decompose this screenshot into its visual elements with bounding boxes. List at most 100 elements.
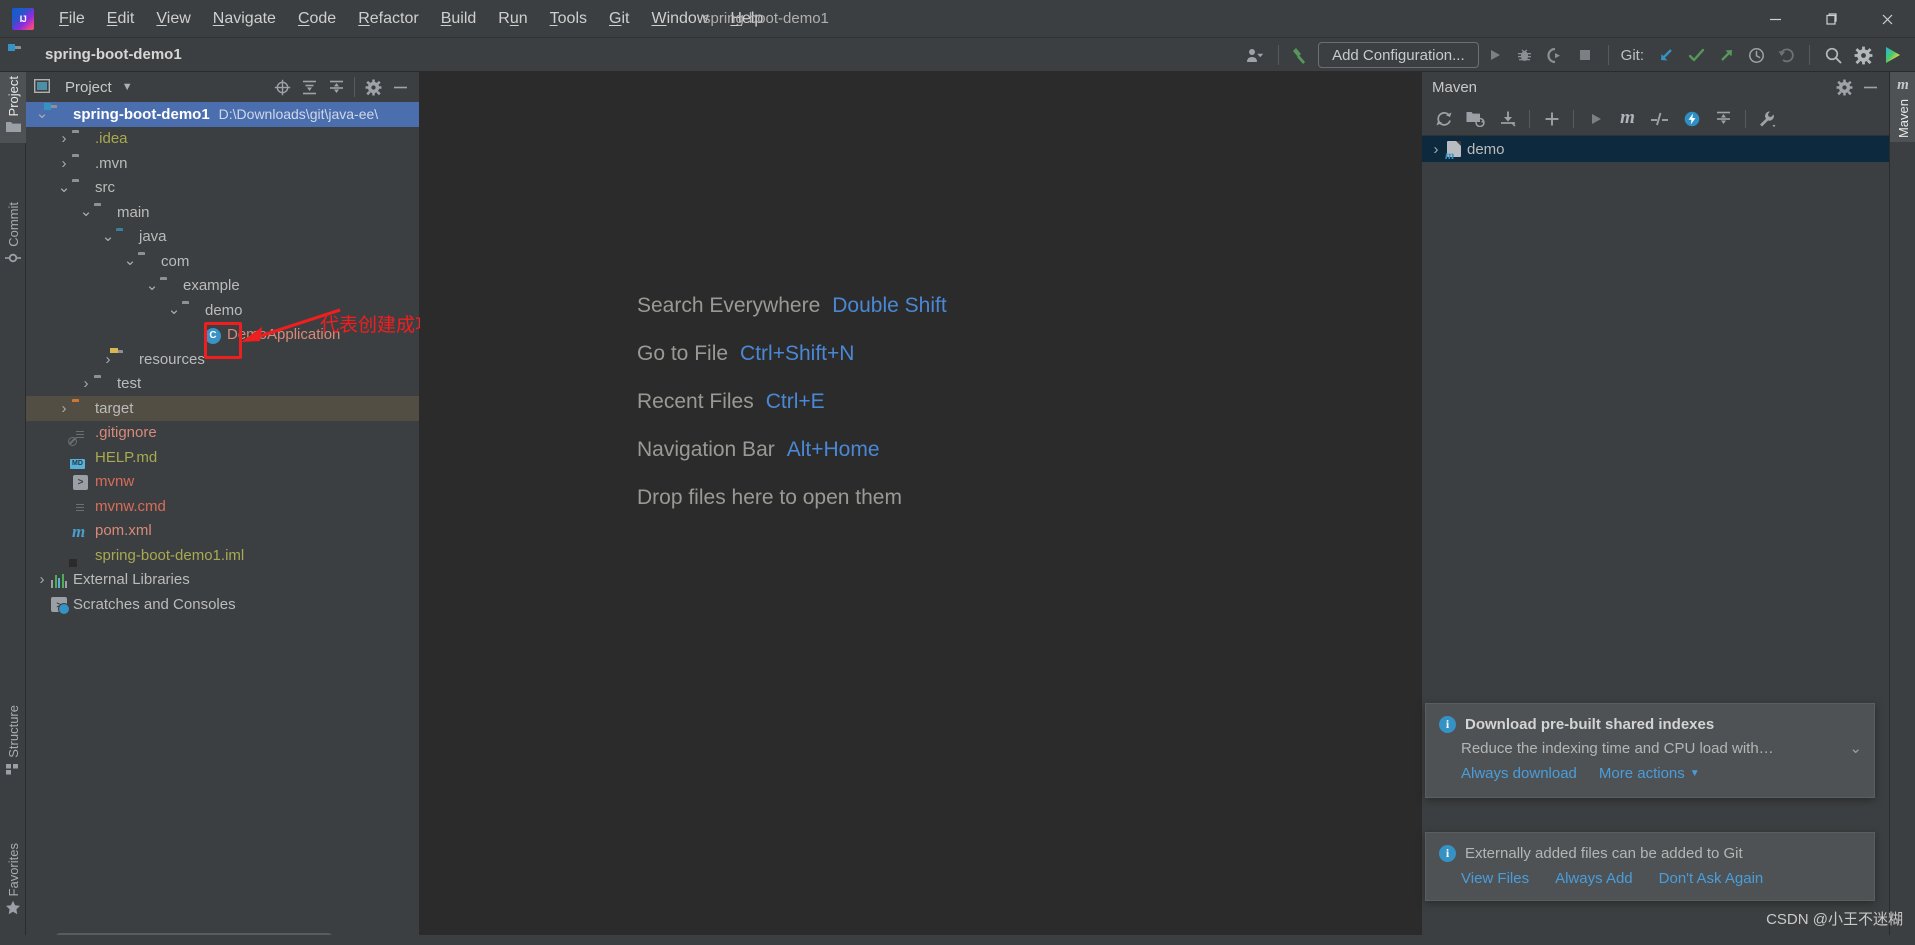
execute-maven-goal-icon[interactable]: m [1612, 105, 1643, 133]
settings-gear-icon[interactable] [1831, 75, 1857, 99]
sidebar-item-structure[interactable]: Structure [0, 701, 26, 785]
collapse-all-icon[interactable] [323, 75, 349, 99]
tree-row[interactable]: MD HELP.md [26, 445, 419, 470]
menu-tools[interactable]: Tools [539, 6, 598, 32]
run-with-coverage-icon[interactable] [1541, 42, 1569, 68]
tree-row[interactable]: › resources [26, 347, 419, 372]
menu-edit[interactable]: Edit [96, 6, 146, 32]
menu-file[interactable]: File [48, 6, 96, 32]
run-icon[interactable] [1580, 105, 1611, 133]
sidebar-item-favorites[interactable]: Favorites [0, 839, 26, 925]
chevron-right-icon[interactable]: › [56, 400, 72, 417]
add-icon[interactable] [1536, 105, 1567, 133]
stop-icon[interactable] [1571, 42, 1599, 68]
menu-git[interactable]: Git [598, 6, 640, 32]
add-configuration-button[interactable]: Add Configuration... [1318, 42, 1479, 68]
more-actions-link[interactable]: More actions [1599, 765, 1685, 782]
tree-row[interactable]: .gitignore [26, 421, 419, 446]
run-icon[interactable] [1481, 42, 1509, 68]
tree-row[interactable]: › .mvn [26, 151, 419, 176]
sidebar-item-commit[interactable]: Commit [0, 198, 26, 275]
menu-code[interactable]: Code [287, 6, 347, 32]
user-profiler-icon[interactable] [1241, 42, 1269, 68]
build-hammer-icon[interactable] [1288, 42, 1316, 68]
tree-row[interactable]: ⌄ java [26, 225, 419, 250]
dont-ask-again-link[interactable]: Don't Ask Again [1659, 870, 1764, 887]
always-download-link[interactable]: Always download [1461, 765, 1577, 782]
chevron-down-icon[interactable]: ⌄ [56, 180, 72, 195]
git-commit-icon[interactable] [1682, 42, 1710, 68]
breadcrumb[interactable]: spring-boot-demo1 [14, 46, 182, 63]
menu-run[interactable]: Run [487, 6, 538, 32]
maven-projects-tree[interactable]: › demo [1422, 136, 1889, 162]
maven-tree-row[interactable]: › demo [1422, 136, 1889, 162]
menu-build[interactable]: Build [430, 6, 488, 32]
settings-gear-icon[interactable] [1849, 42, 1877, 68]
minimize-button[interactable] [1747, 0, 1803, 38]
toggle-offline-mode-icon[interactable] [1676, 105, 1707, 133]
ide-feature-trainer-icon[interactable] [1879, 42, 1907, 68]
chevron-down-icon[interactable]: ⌄ [1849, 739, 1862, 757]
maximize-button[interactable] [1803, 0, 1859, 38]
notification-download-indexes[interactable]: i Download pre-built shared indexes Redu… [1425, 703, 1875, 798]
hide-icon[interactable] [1857, 75, 1883, 99]
window-controls [1747, 0, 1915, 38]
always-add-link[interactable]: Always Add [1555, 870, 1633, 887]
git-update-project-icon[interactable] [1652, 42, 1680, 68]
notification-git-add-files[interactable]: i Externally added files can be added to… [1425, 832, 1875, 901]
tree-row[interactable]: mvnw.cmd [26, 494, 419, 519]
download-sources-icon[interactable] [1492, 105, 1523, 133]
menu-view[interactable]: View [145, 6, 201, 32]
git-push-icon[interactable] [1712, 42, 1740, 68]
tree-row[interactable]: › target [26, 396, 419, 421]
git-history-icon[interactable] [1742, 42, 1770, 68]
chevron-right-icon[interactable]: › [1428, 141, 1444, 158]
git-rollback-icon[interactable] [1772, 42, 1800, 68]
maven-settings-wrench-icon[interactable] [1752, 105, 1783, 133]
tree-row[interactable]: spring-boot-demo1.iml [26, 543, 419, 568]
tree-row[interactable]: > Scratches and Consoles [26, 592, 419, 617]
settings-gear-icon[interactable] [360, 75, 386, 99]
chevron-right-icon[interactable]: › [56, 155, 72, 172]
project-tree[interactable]: ⌄ spring-boot-demo1 D:\Downloads\git\java-… [26, 102, 419, 945]
collapse-all-icon[interactable] [1708, 105, 1739, 133]
chevron-down-icon[interactable]: ▼ [1690, 768, 1700, 779]
chevron-down-icon[interactable]: ⌄ [100, 229, 116, 244]
sidebar-item-maven[interactable]: m Maven [1890, 72, 1915, 143]
tree-row[interactable]: > mvnw [26, 470, 419, 495]
tree-row[interactable]: ⌄ example [26, 274, 419, 299]
menu-navigate[interactable]: Navigate [202, 6, 287, 32]
tree-row[interactable]: › test [26, 372, 419, 397]
add-maven-project-icon[interactable] [1460, 105, 1491, 133]
tree-row[interactable]: ⌄ main [26, 200, 419, 225]
hide-icon[interactable] [387, 75, 413, 99]
editor-welcome-area[interactable]: Search Everywhere Double Shift Go to File C… [420, 72, 1421, 945]
menu-refactor[interactable]: Refactor [347, 6, 429, 32]
sidebar-item-project[interactable]: Project [0, 72, 26, 144]
toggle-skip-tests-icon[interactable] [1644, 105, 1675, 133]
close-button[interactable] [1859, 0, 1915, 38]
chevron-down-icon[interactable]: ⌄ [34, 106, 50, 121]
chevron-down-icon[interactable]: ⌄ [166, 302, 182, 317]
chevron-right-icon[interactable]: › [34, 571, 50, 588]
tree-row[interactable]: ⌄ demo [26, 298, 419, 323]
tree-row[interactable]: ⌄ src [26, 176, 419, 201]
tree-row[interactable]: C DemoApplication [26, 323, 419, 348]
view-files-link[interactable]: View Files [1461, 870, 1529, 887]
chevron-down-icon[interactable]: ⌄ [78, 204, 94, 219]
chevron-down-icon[interactable]: ⌄ [122, 253, 138, 268]
select-opened-file-icon[interactable] [269, 75, 295, 99]
reload-all-maven-projects-icon[interactable] [1428, 105, 1459, 133]
debug-bug-icon[interactable] [1511, 42, 1539, 68]
search-everywhere-icon[interactable] [1819, 42, 1847, 68]
chevron-down-icon[interactable]: ▼ [122, 81, 133, 93]
tree-row[interactable]: m pom.xml [26, 519, 419, 544]
tree-row[interactable]: › .idea [26, 127, 419, 152]
chevron-right-icon[interactable]: › [56, 130, 72, 147]
expand-all-icon[interactable] [296, 75, 322, 99]
tree-row[interactable]: › External Libraries [26, 568, 419, 593]
chevron-down-icon[interactable]: ⌄ [144, 278, 160, 293]
tree-row[interactable]: ⌄ com [26, 249, 419, 274]
tree-row[interactable]: ⌄ spring-boot-demo1 D:\Downloads\git\java-… [26, 102, 419, 127]
chevron-right-icon[interactable]: › [78, 375, 94, 392]
